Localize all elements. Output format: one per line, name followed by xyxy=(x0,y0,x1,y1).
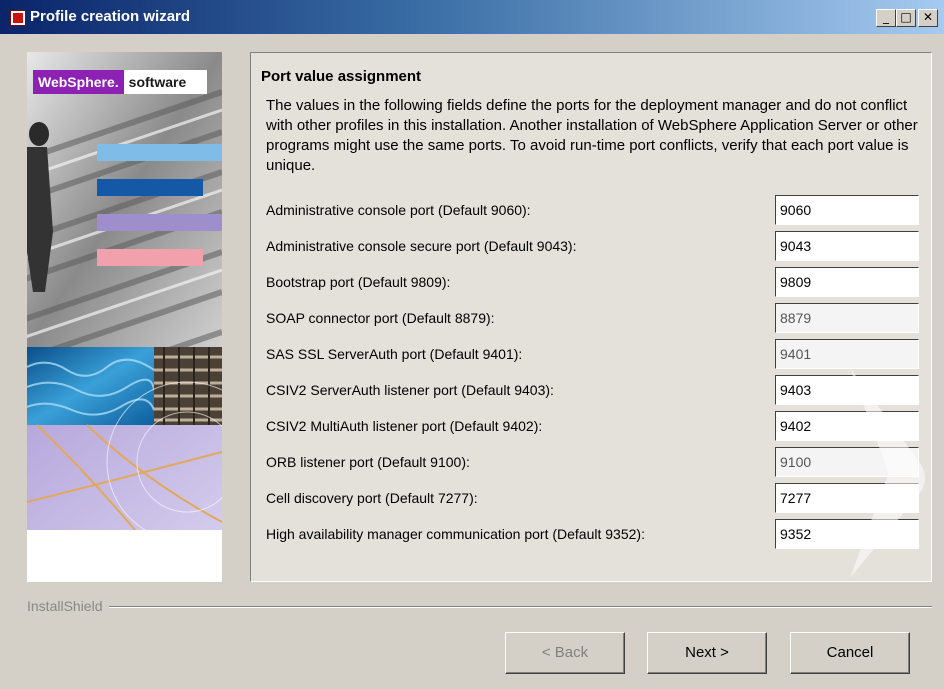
csiv2-serverauth-port-input[interactable] xyxy=(775,375,919,405)
admin-console-secure-port-input[interactable] xyxy=(775,231,919,261)
port-label: SOAP connector port (Default 8879): xyxy=(266,310,495,326)
port-row-csiv2-multiauth: CSIV2 MultiAuth listener port (Default 9… xyxy=(266,411,926,441)
port-label: ORB listener port (Default 9100): xyxy=(266,454,470,470)
minimize-button[interactable]: _ xyxy=(876,9,896,27)
port-label: Administrative console port (Default 906… xyxy=(266,202,531,218)
port-row-soap-connector: SOAP connector port (Default 8879): xyxy=(266,303,926,333)
close-button[interactable]: ✕ xyxy=(918,9,938,27)
admin-console-port-input[interactable] xyxy=(775,195,919,225)
port-row-bootstrap: Bootstrap port (Default 9809): xyxy=(266,267,926,297)
websphere-subtitle: software xyxy=(128,74,187,90)
window-title: Profile creation wizard xyxy=(30,8,191,25)
maximize-button[interactable]: □ xyxy=(896,9,916,27)
page-heading: Port value assignment xyxy=(261,68,422,85)
websphere-logo: WebSphere. software xyxy=(33,70,207,94)
title-bar[interactable]: Profile creation wizard _ □ ✕ xyxy=(0,0,944,34)
ha-manager-port-input[interactable] xyxy=(775,519,919,549)
cell-discovery-port-input[interactable] xyxy=(775,483,919,513)
port-label: High availability manager communication … xyxy=(266,526,645,542)
port-row-ha-manager: High availability manager communication … xyxy=(266,519,926,549)
websphere-brand: WebSphere. xyxy=(33,70,124,94)
back-button[interactable]: < Back xyxy=(505,632,625,674)
app-icon xyxy=(10,10,26,26)
cancel-button[interactable]: Cancel xyxy=(790,632,910,674)
installshield-divider xyxy=(27,606,932,608)
port-label: CSIV2 ServerAuth listener port (Default … xyxy=(266,382,554,398)
bootstrap-port-input[interactable] xyxy=(775,267,919,297)
csiv2-multiauth-port-input[interactable] xyxy=(775,411,919,441)
port-label: CSIV2 MultiAuth listener port (Default 9… xyxy=(266,418,543,434)
port-row-orb-listener: ORB listener port (Default 9100): xyxy=(266,447,926,477)
port-row-csiv2-serverauth: CSIV2 ServerAuth listener port (Default … xyxy=(266,375,926,405)
port-label: Cell discovery port (Default 7277): xyxy=(266,490,478,506)
banner-artwork xyxy=(27,52,222,582)
websphere-banner-image: WebSphere. software xyxy=(27,52,222,582)
wizard-window: Profile creation wizard _ □ ✕ WebSphere.… xyxy=(0,0,944,689)
port-assignment-panel: Port value assignment The values in the … xyxy=(250,52,932,582)
page-description: The values in the following fields defin… xyxy=(266,97,918,174)
installshield-label: InstallShield xyxy=(27,598,109,614)
next-button[interactable]: Next > xyxy=(647,632,767,674)
soap-connector-port-input[interactable] xyxy=(775,303,919,333)
orb-listener-port-input[interactable] xyxy=(775,447,919,477)
port-row-sas-ssl-serverauth: SAS SSL ServerAuth port (Default 9401): xyxy=(266,339,926,369)
port-row-admin-console: Administrative console port (Default 906… xyxy=(266,195,926,225)
port-row-admin-console-secure: Administrative console secure port (Defa… xyxy=(266,231,926,261)
port-label: SAS SSL ServerAuth port (Default 9401): xyxy=(266,346,523,362)
port-label: Administrative console secure port (Defa… xyxy=(266,238,577,254)
sas-ssl-serverauth-port-input[interactable] xyxy=(775,339,919,369)
port-label: Bootstrap port (Default 9809): xyxy=(266,274,451,290)
port-row-cell-discovery: Cell discovery port (Default 7277): xyxy=(266,483,926,513)
